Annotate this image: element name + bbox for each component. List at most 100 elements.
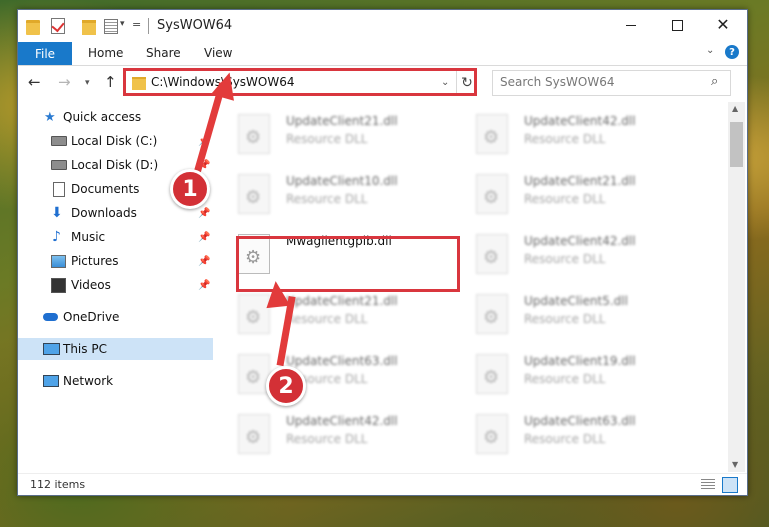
forward-arrow-icon[interactable]: → [58,73,71,91]
file-type: Resource DLL [524,132,606,146]
explorer-window: ▾ = SysWOW64 ✕ File Home Share View ⌄ ? … [17,9,748,496]
expand-ribbon-icon[interactable]: ⌄ [706,45,714,56]
file-name: UpdateClient42.dll [524,234,636,248]
tab-home[interactable]: Home [88,46,123,60]
back-arrow-icon[interactable]: ← [28,73,41,91]
file-name: UpdateClient42.dll [524,114,636,128]
sidebar-item-pictures[interactable]: Pictures 📌 [18,250,213,272]
file-name: UpdateClient21.dll [524,174,636,188]
sidebar-item-videos[interactable]: Videos 📌 [18,274,213,296]
pin-icon[interactable]: 📌 [198,232,210,243]
file-type: Resource DLL [524,252,606,266]
file-type: Resource DLL [524,372,606,386]
large-icons-view-icon[interactable] [722,477,738,493]
star-icon: ★ [44,109,56,125]
file-item[interactable]: UpdateClient21.dll Resource DLL [452,164,677,222]
file-type: Resource DLL [524,312,606,326]
sidebar-item-music[interactable]: ♪ Music 📌 [18,226,213,248]
pictures-icon [51,254,66,268]
sidebar-item-quick-access[interactable]: ★ Quick access [18,106,213,128]
title-bar: ▾ = SysWOW64 ✕ [18,10,747,42]
file-item[interactable]: UpdateClient63.dll Resource DLL [452,404,677,462]
tab-file[interactable]: File [18,42,72,65]
dll-file-icon [238,174,270,214]
file-type: Resource DLL [524,432,606,446]
ribbon-tabs: File Home Share View ⌄ ? [18,42,747,66]
details-view-icon[interactable] [701,479,715,490]
item-count: 112 items [30,478,86,491]
address-highlight-box [123,68,477,96]
search-icon[interactable]: ⌕ [711,74,718,89]
tab-share[interactable]: Share [146,46,181,60]
maximize-button[interactable] [654,10,700,40]
file-item[interactable]: UpdateClient21.dll Resource DLL [214,284,439,342]
file-type: Resource DLL [286,432,368,446]
minimize-button[interactable] [608,10,654,40]
properties-check-icon[interactable] [51,18,65,34]
file-item[interactable]: UpdateClient42.dll Resource DLL [452,104,677,162]
vertical-scrollbar[interactable]: ▲ ▼ [728,102,745,472]
file-name: UpdateClient63.dll [524,414,636,428]
sidebar-item-label: Music [71,230,106,244]
file-type: Resource DLL [286,192,368,206]
scroll-up-icon[interactable]: ▲ [732,104,738,113]
file-item[interactable]: UpdateClient63.dll Resource DLL [214,344,439,402]
annotation-arrowhead-2 [263,279,291,309]
dll-file-icon [238,114,270,154]
drive-icon [51,136,67,146]
sidebar-item-label: Documents [71,182,140,196]
sidebar-item-label: This PC [63,342,107,356]
sidebar-item-local-disk-c[interactable]: Local Disk (C:) 📌 [18,130,213,152]
file-item[interactable]: UpdateClient21.dll Resource DLL [214,104,439,162]
file-item[interactable]: UpdateClient42.dll Resource DLL [214,404,439,462]
dll-file-icon [238,414,270,454]
pin-icon[interactable]: 📌 [198,256,210,267]
file-name: UpdateClient21.dll [286,114,398,128]
sidebar-item-network[interactable]: Network [18,370,213,392]
file-item[interactable]: UpdateClient10.dll Resource DLL [214,164,439,222]
sidebar-item-label: Quick access [63,110,142,124]
properties-icon[interactable] [104,19,118,34]
file-name: UpdateClient42.dll [286,414,398,428]
scroll-down-icon[interactable]: ▼ [732,460,738,469]
minimize-icon [626,24,636,26]
close-button[interactable]: ✕ [700,10,746,40]
up-arrow-icon[interactable]: ↑ [104,73,117,91]
search-box[interactable]: Search SysWOW64 ⌕ [492,70,731,96]
file-item[interactable]: UpdateClient5.dll Resource DLL [452,284,677,342]
sidebar-item-label: Pictures [71,254,119,268]
new-folder-icon[interactable] [82,20,96,35]
tab-view[interactable]: View [204,46,232,60]
navigation-bar: ← → ▾ ↑ C:\Windows\SysWOW64 ⌄ ↻ Search S… [18,66,747,100]
scrollbar-thumb[interactable] [730,122,743,167]
pin-icon[interactable]: 📌 [198,208,210,219]
file-type: Resource DLL [286,132,368,146]
sidebar-item-label: OneDrive [63,310,120,324]
recent-locations-icon[interactable]: ▾ [85,78,90,88]
music-icon: ♪ [52,229,61,245]
this-pc-icon [43,343,60,355]
file-item[interactable]: UpdateClient42.dll Resource DLL [452,224,677,282]
close-icon: ✕ [716,15,730,34]
dll-file-icon [476,234,508,274]
sidebar-item-onedrive[interactable]: OneDrive [18,306,213,328]
sidebar-item-this-pc[interactable]: This PC [18,338,213,360]
file-item[interactable]: UpdateClient19.dll Resource DLL [452,344,677,402]
dll-file-icon [476,414,508,454]
sidebar-item-label: Videos [71,278,111,292]
navigation-pane: ★ Quick access Local Disk (C:) 📌 Local D… [18,102,213,472]
customize-toolbar-icon[interactable]: = [132,18,141,34]
sidebar-item-label: Local Disk (C:) [71,134,158,148]
step-1-badge: 1 [170,169,210,209]
sidebar-item-label: Downloads [71,206,137,220]
dll-file-icon [476,174,508,214]
drive-icon [51,160,67,170]
chevron-down-icon[interactable]: ▾ [120,19,125,35]
file-name: UpdateClient19.dll [524,354,636,368]
folder-icon[interactable] [26,20,40,35]
search-placeholder[interactable]: Search SysWOW64 [500,75,614,89]
pin-icon[interactable]: 📌 [198,280,210,291]
help-icon[interactable]: ? [725,45,739,59]
documents-icon [53,181,65,197]
onedrive-icon [43,313,58,321]
